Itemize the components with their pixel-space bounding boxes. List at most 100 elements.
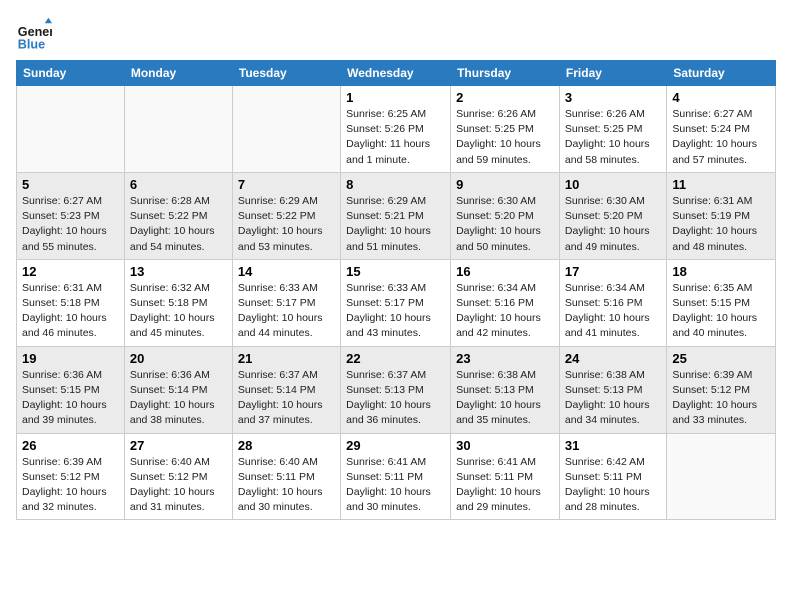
day-info: Sunrise: 6:37 AMSunset: 5:13 PMDaylight:… bbox=[346, 369, 431, 427]
calendar-cell: 23 Sunrise: 6:38 AMSunset: 5:13 PMDaylig… bbox=[451, 346, 560, 433]
calendar-cell: 22 Sunrise: 6:37 AMSunset: 5:13 PMDaylig… bbox=[341, 346, 451, 433]
day-number: 4 bbox=[672, 90, 770, 105]
calendar-header-row: SundayMondayTuesdayWednesdayThursdayFrid… bbox=[17, 61, 776, 86]
calendar-cell bbox=[232, 86, 340, 173]
calendar-cell: 6 Sunrise: 6:28 AMSunset: 5:22 PMDayligh… bbox=[124, 172, 232, 259]
calendar-cell: 7 Sunrise: 6:29 AMSunset: 5:22 PMDayligh… bbox=[232, 172, 340, 259]
calendar-week-row: 19 Sunrise: 6:36 AMSunset: 5:15 PMDaylig… bbox=[17, 346, 776, 433]
day-info: Sunrise: 6:38 AMSunset: 5:13 PMDaylight:… bbox=[565, 369, 650, 427]
calendar-cell: 13 Sunrise: 6:32 AMSunset: 5:18 PMDaylig… bbox=[124, 259, 232, 346]
day-info: Sunrise: 6:41 AMSunset: 5:11 PMDaylight:… bbox=[346, 456, 431, 514]
calendar-cell: 26 Sunrise: 6:39 AMSunset: 5:12 PMDaylig… bbox=[17, 433, 125, 520]
day-info: Sunrise: 6:38 AMSunset: 5:13 PMDaylight:… bbox=[456, 369, 541, 427]
day-number: 21 bbox=[238, 351, 335, 366]
day-number: 23 bbox=[456, 351, 554, 366]
column-header-sunday: Sunday bbox=[17, 61, 125, 86]
column-header-wednesday: Wednesday bbox=[341, 61, 451, 86]
day-info: Sunrise: 6:33 AMSunset: 5:17 PMDaylight:… bbox=[346, 282, 431, 340]
calendar-cell: 9 Sunrise: 6:30 AMSunset: 5:20 PMDayligh… bbox=[451, 172, 560, 259]
day-number: 5 bbox=[22, 177, 119, 192]
calendar-cell: 18 Sunrise: 6:35 AMSunset: 5:15 PMDaylig… bbox=[667, 259, 776, 346]
day-number: 20 bbox=[130, 351, 227, 366]
day-info: Sunrise: 6:27 AMSunset: 5:23 PMDaylight:… bbox=[22, 195, 107, 253]
day-number: 17 bbox=[565, 264, 661, 279]
day-info: Sunrise: 6:34 AMSunset: 5:16 PMDaylight:… bbox=[456, 282, 541, 340]
column-header-saturday: Saturday bbox=[667, 61, 776, 86]
calendar-cell: 21 Sunrise: 6:37 AMSunset: 5:14 PMDaylig… bbox=[232, 346, 340, 433]
calendar-cell bbox=[124, 86, 232, 173]
day-info: Sunrise: 6:36 AMSunset: 5:15 PMDaylight:… bbox=[22, 369, 107, 427]
calendar-table: SundayMondayTuesdayWednesdayThursdayFrid… bbox=[16, 60, 776, 520]
day-number: 3 bbox=[565, 90, 661, 105]
day-number: 30 bbox=[456, 438, 554, 453]
calendar-cell: 8 Sunrise: 6:29 AMSunset: 5:21 PMDayligh… bbox=[341, 172, 451, 259]
day-number: 2 bbox=[456, 90, 554, 105]
calendar-week-row: 26 Sunrise: 6:39 AMSunset: 5:12 PMDaylig… bbox=[17, 433, 776, 520]
calendar-cell: 12 Sunrise: 6:31 AMSunset: 5:18 PMDaylig… bbox=[17, 259, 125, 346]
day-info: Sunrise: 6:41 AMSunset: 5:11 PMDaylight:… bbox=[456, 456, 541, 514]
day-info: Sunrise: 6:36 AMSunset: 5:14 PMDaylight:… bbox=[130, 369, 215, 427]
day-info: Sunrise: 6:25 AMSunset: 5:26 PMDaylight:… bbox=[346, 108, 430, 166]
day-number: 9 bbox=[456, 177, 554, 192]
calendar-cell: 1 Sunrise: 6:25 AMSunset: 5:26 PMDayligh… bbox=[341, 86, 451, 173]
day-number: 25 bbox=[672, 351, 770, 366]
calendar-cell: 11 Sunrise: 6:31 AMSunset: 5:19 PMDaylig… bbox=[667, 172, 776, 259]
day-info: Sunrise: 6:39 AMSunset: 5:12 PMDaylight:… bbox=[672, 369, 757, 427]
calendar-week-row: 5 Sunrise: 6:27 AMSunset: 5:23 PMDayligh… bbox=[17, 172, 776, 259]
day-info: Sunrise: 6:42 AMSunset: 5:11 PMDaylight:… bbox=[565, 456, 650, 514]
calendar-cell: 17 Sunrise: 6:34 AMSunset: 5:16 PMDaylig… bbox=[559, 259, 666, 346]
calendar-cell: 14 Sunrise: 6:33 AMSunset: 5:17 PMDaylig… bbox=[232, 259, 340, 346]
calendar-cell: 29 Sunrise: 6:41 AMSunset: 5:11 PMDaylig… bbox=[341, 433, 451, 520]
day-number: 7 bbox=[238, 177, 335, 192]
day-number: 16 bbox=[456, 264, 554, 279]
calendar-cell: 25 Sunrise: 6:39 AMSunset: 5:12 PMDaylig… bbox=[667, 346, 776, 433]
day-info: Sunrise: 6:26 AMSunset: 5:25 PMDaylight:… bbox=[456, 108, 541, 166]
calendar-cell: 15 Sunrise: 6:33 AMSunset: 5:17 PMDaylig… bbox=[341, 259, 451, 346]
column-header-friday: Friday bbox=[559, 61, 666, 86]
day-number: 26 bbox=[22, 438, 119, 453]
day-info: Sunrise: 6:32 AMSunset: 5:18 PMDaylight:… bbox=[130, 282, 215, 340]
day-info: Sunrise: 6:26 AMSunset: 5:25 PMDaylight:… bbox=[565, 108, 650, 166]
day-info: Sunrise: 6:30 AMSunset: 5:20 PMDaylight:… bbox=[456, 195, 541, 253]
day-number: 8 bbox=[346, 177, 445, 192]
calendar-cell: 19 Sunrise: 6:36 AMSunset: 5:15 PMDaylig… bbox=[17, 346, 125, 433]
calendar-cell: 3 Sunrise: 6:26 AMSunset: 5:25 PMDayligh… bbox=[559, 86, 666, 173]
calendar-cell: 10 Sunrise: 6:30 AMSunset: 5:20 PMDaylig… bbox=[559, 172, 666, 259]
calendar-cell bbox=[667, 433, 776, 520]
calendar-cell: 24 Sunrise: 6:38 AMSunset: 5:13 PMDaylig… bbox=[559, 346, 666, 433]
calendar-cell: 2 Sunrise: 6:26 AMSunset: 5:25 PMDayligh… bbox=[451, 86, 560, 173]
day-number: 22 bbox=[346, 351, 445, 366]
day-info: Sunrise: 6:29 AMSunset: 5:21 PMDaylight:… bbox=[346, 195, 431, 253]
day-info: Sunrise: 6:30 AMSunset: 5:20 PMDaylight:… bbox=[565, 195, 650, 253]
calendar-cell: 31 Sunrise: 6:42 AMSunset: 5:11 PMDaylig… bbox=[559, 433, 666, 520]
day-number: 14 bbox=[238, 264, 335, 279]
column-header-tuesday: Tuesday bbox=[232, 61, 340, 86]
day-info: Sunrise: 6:33 AMSunset: 5:17 PMDaylight:… bbox=[238, 282, 323, 340]
day-number: 28 bbox=[238, 438, 335, 453]
day-number: 31 bbox=[565, 438, 661, 453]
svg-text:Blue: Blue bbox=[18, 37, 45, 51]
calendar-cell: 27 Sunrise: 6:40 AMSunset: 5:12 PMDaylig… bbox=[124, 433, 232, 520]
day-number: 11 bbox=[672, 177, 770, 192]
day-info: Sunrise: 6:28 AMSunset: 5:22 PMDaylight:… bbox=[130, 195, 215, 253]
calendar-cell: 30 Sunrise: 6:41 AMSunset: 5:11 PMDaylig… bbox=[451, 433, 560, 520]
day-number: 29 bbox=[346, 438, 445, 453]
calendar-cell: 28 Sunrise: 6:40 AMSunset: 5:11 PMDaylig… bbox=[232, 433, 340, 520]
day-info: Sunrise: 6:31 AMSunset: 5:19 PMDaylight:… bbox=[672, 195, 757, 253]
calendar-week-row: 12 Sunrise: 6:31 AMSunset: 5:18 PMDaylig… bbox=[17, 259, 776, 346]
day-number: 12 bbox=[22, 264, 119, 279]
calendar-cell: 4 Sunrise: 6:27 AMSunset: 5:24 PMDayligh… bbox=[667, 86, 776, 173]
day-number: 13 bbox=[130, 264, 227, 279]
day-number: 1 bbox=[346, 90, 445, 105]
calendar-week-row: 1 Sunrise: 6:25 AMSunset: 5:26 PMDayligh… bbox=[17, 86, 776, 173]
logo: General Blue bbox=[16, 16, 56, 52]
logo-icon: General Blue bbox=[16, 16, 52, 52]
calendar-cell: 20 Sunrise: 6:36 AMSunset: 5:14 PMDaylig… bbox=[124, 346, 232, 433]
day-info: Sunrise: 6:37 AMSunset: 5:14 PMDaylight:… bbox=[238, 369, 323, 427]
day-number: 24 bbox=[565, 351, 661, 366]
column-header-monday: Monday bbox=[124, 61, 232, 86]
day-info: Sunrise: 6:27 AMSunset: 5:24 PMDaylight:… bbox=[672, 108, 757, 166]
day-info: Sunrise: 6:35 AMSunset: 5:15 PMDaylight:… bbox=[672, 282, 757, 340]
day-number: 27 bbox=[130, 438, 227, 453]
day-number: 6 bbox=[130, 177, 227, 192]
